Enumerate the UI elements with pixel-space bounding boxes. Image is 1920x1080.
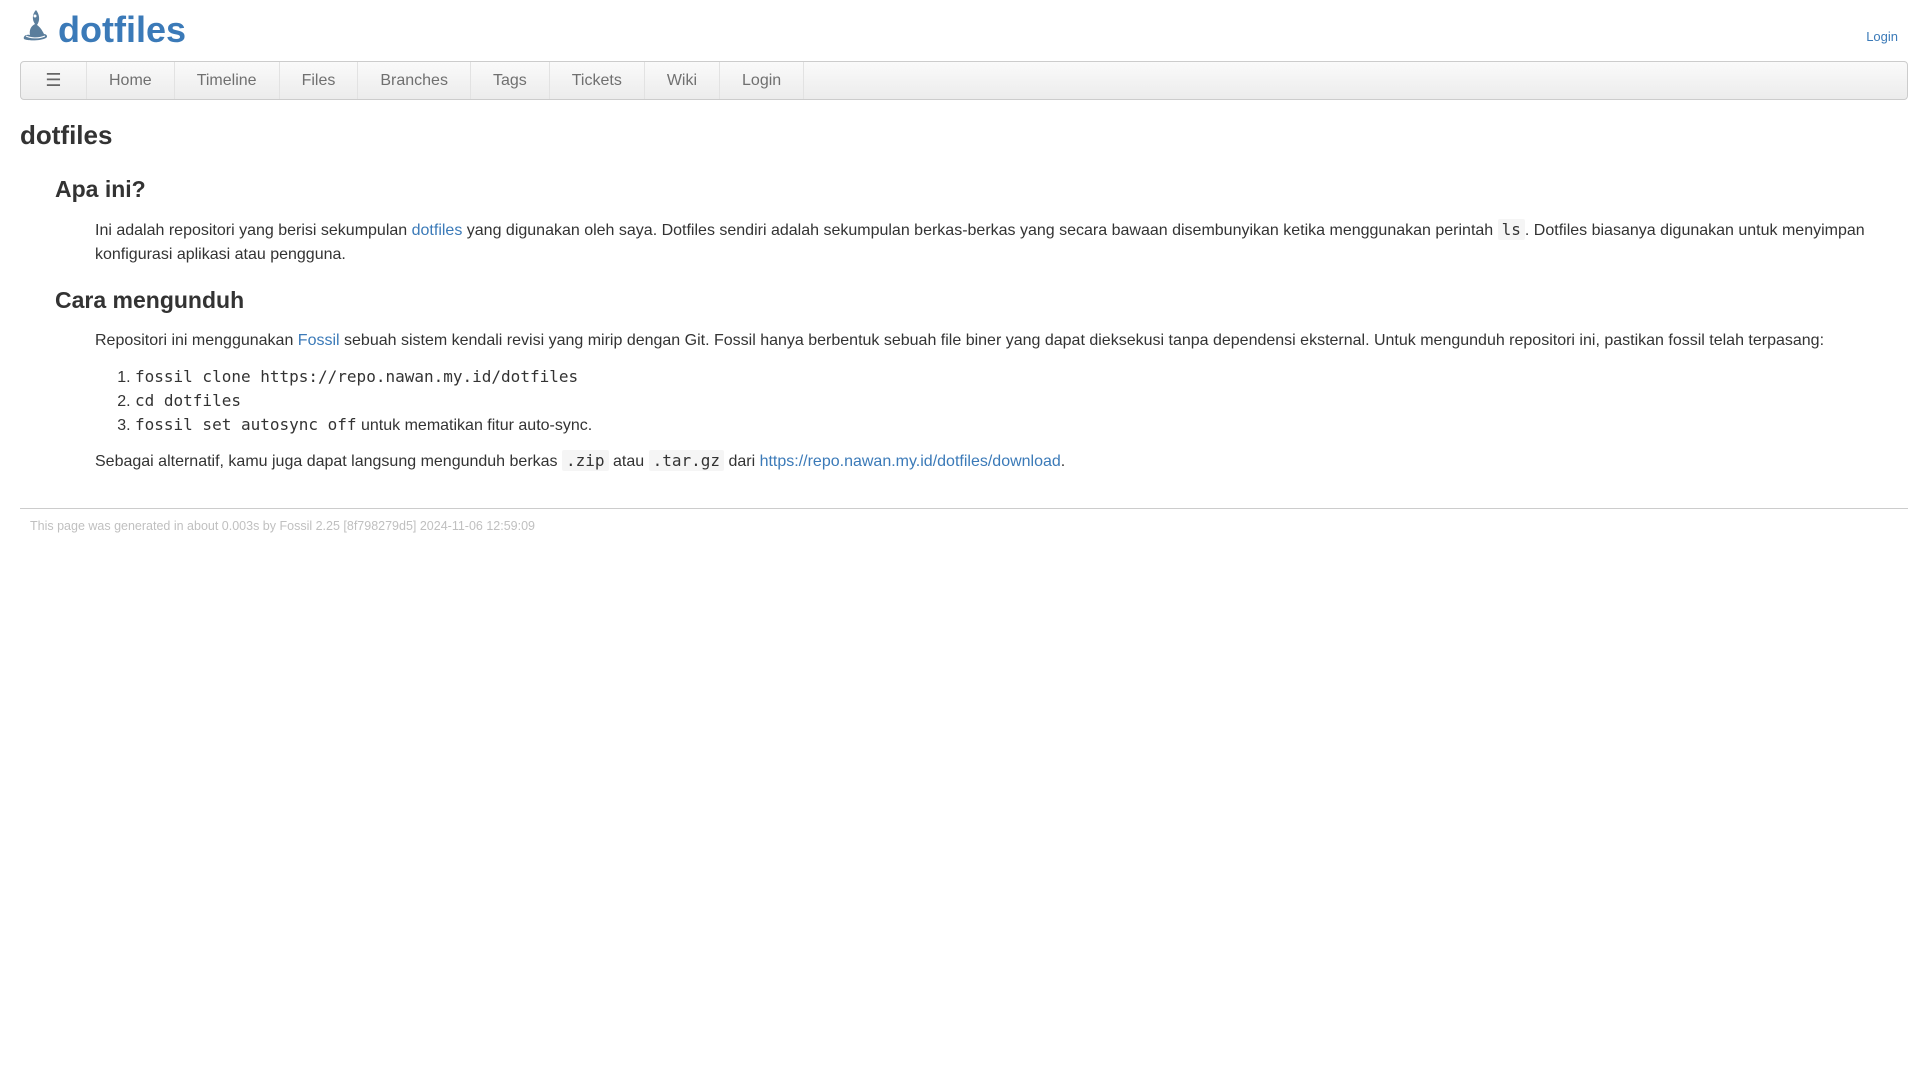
text-fragment: Sebagai alternatif, kamu juga dapat lang… bbox=[95, 453, 562, 470]
step-code: fossil set autosync off bbox=[135, 415, 357, 434]
fossil-logo-icon bbox=[23, 10, 48, 41]
section-apa-ini: Apa ini? Ini adalah repositori yang beri… bbox=[55, 174, 1908, 267]
login-link[interactable]: Login bbox=[1866, 29, 1898, 44]
nav-home[interactable]: Home bbox=[87, 62, 175, 99]
text-fragment: Ini adalah repositori yang berisi sekump… bbox=[95, 222, 412, 239]
nav-tags[interactable]: Tags bbox=[471, 62, 550, 99]
inline-code: .tar.gz bbox=[648, 450, 724, 471]
section-heading: Cara mengunduh bbox=[55, 287, 245, 313]
nav-tickets[interactable]: Tickets bbox=[550, 62, 645, 99]
section-paragraph: Repositori ini menggunakan Fossil sebuah… bbox=[95, 329, 1908, 353]
text-fragment: sebuah sistem kendali revisi yang mirip … bbox=[339, 332, 1825, 349]
list-item: cd dotfiles bbox=[135, 389, 1908, 413]
nav-timeline[interactable]: Timeline bbox=[175, 62, 280, 99]
nav-wiki[interactable]: Wiki bbox=[645, 62, 721, 99]
dotfiles-link[interactable]: dotfiles bbox=[412, 222, 463, 239]
step-code: cd dotfiles bbox=[135, 391, 241, 410]
text-fragment: dari bbox=[724, 453, 760, 470]
step-code: fossil clone https://repo.nawan.my.id/do… bbox=[135, 367, 579, 386]
list-item: fossil set autosync off untuk mematikan … bbox=[135, 413, 1908, 437]
text-fragment: yang digunakan oleh saya. Dotfiles sendi… bbox=[462, 222, 1498, 239]
main-menu: ☰ Home Timeline Files Branches Tags Tick… bbox=[20, 61, 1908, 100]
text-fragment: atau bbox=[608, 453, 649, 470]
install-steps-list: fossil clone https://repo.nawan.my.id/do… bbox=[55, 365, 1908, 437]
inline-code: ls bbox=[1497, 219, 1525, 240]
text-fragment: . bbox=[1060, 453, 1066, 470]
fossil-link[interactable]: Fossil bbox=[298, 332, 340, 349]
step-suffix: untuk mematikan fitur auto-sync. bbox=[356, 417, 593, 434]
text-fragment: Repositori ini menggunakan bbox=[95, 332, 298, 349]
footer-text: This page was generated in about 0.003s … bbox=[30, 519, 535, 533]
section-paragraph: Ini adalah repositori yang berisi sekump… bbox=[95, 218, 1908, 267]
footer-divider bbox=[20, 508, 1908, 509]
page-title: dotfiles bbox=[20, 120, 113, 150]
section-heading: Apa ini? bbox=[55, 176, 146, 202]
nav-files[interactable]: Files bbox=[280, 62, 359, 99]
nav-login[interactable]: Login bbox=[720, 62, 805, 99]
hamburger-menu-icon[interactable]: ☰ bbox=[21, 62, 87, 99]
inline-code: .zip bbox=[562, 450, 609, 471]
site-title-link[interactable]: dotfiles bbox=[58, 8, 186, 52]
nav-branches[interactable]: Branches bbox=[358, 62, 471, 99]
list-item: fossil clone https://repo.nawan.my.id/do… bbox=[135, 365, 1908, 389]
section-cara-mengunduh: Cara mengunduh Repositori ini menggunaka… bbox=[55, 285, 1908, 474]
alternative-paragraph: Sebagai alternatif, kamu juga dapat lang… bbox=[95, 449, 1908, 474]
header: dotfiles Login bbox=[0, 0, 1920, 60]
download-link[interactable]: https://repo.nawan.my.id/dotfiles/downlo… bbox=[760, 453, 1061, 470]
content: dotfiles Apa ini? Ini adalah repositori … bbox=[20, 110, 1908, 474]
